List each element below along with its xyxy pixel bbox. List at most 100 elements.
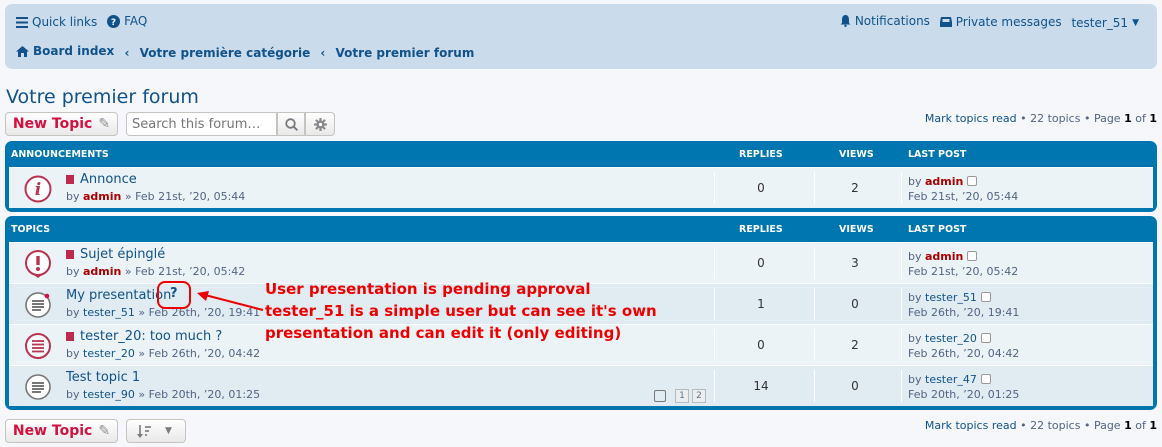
last-post-author-link[interactable]: tester_20: [925, 332, 977, 345]
announcements-block: Announcements Replies Views Last post i …: [5, 141, 1157, 212]
col-views: Views: [839, 148, 874, 160]
new-topic-button[interactable]: New Topic ✎: [5, 419, 118, 443]
gear-icon: [313, 117, 327, 131]
user-menu[interactable]: tester_51 ▼: [1071, 16, 1139, 30]
bottom-action-bar: New Topic ✎ ▼: [5, 419, 195, 443]
page-title[interactable]: Votre premier forum: [6, 86, 199, 108]
page-current: 1: [1124, 112, 1132, 125]
topics-count: 22 topics: [1030, 112, 1081, 125]
go-to-post-icon[interactable]: [980, 333, 991, 343]
svg-text:i: i: [35, 180, 41, 200]
table-row[interactable]: Sujet épinglé by admin » Feb 21st, ’20, …: [9, 242, 1153, 283]
topic-title-link[interactable]: Annonce: [80, 172, 137, 187]
topic-title-link[interactable]: tester_20: too much ?: [80, 329, 222, 344]
replies-count: 0: [757, 338, 765, 352]
annotation-arrow: [197, 291, 264, 311]
last-post-author-link[interactable]: admin: [925, 250, 963, 263]
of-word: of: [1135, 419, 1146, 432]
advanced-search-button[interactable]: [305, 112, 335, 136]
private-messages-link[interactable]: Private messages: [939, 15, 1062, 29]
bell-icon: [840, 15, 851, 27]
last-post-author-link[interactable]: admin: [925, 175, 963, 188]
author-link[interactable]: admin: [83, 265, 121, 278]
announcements-header: Announcements Replies Views Last post: [9, 141, 1153, 167]
column-divider: [714, 172, 715, 204]
replies-count: 14: [753, 379, 769, 393]
topic-date: » Feb 21st, ’20, 05:44: [124, 190, 246, 203]
topic-title-link[interactable]: Test topic 1: [66, 370, 140, 385]
by-word: by: [908, 250, 922, 263]
last-post: by admin Feb 21st, ’20, 05:44: [908, 174, 1018, 204]
sort-options-button[interactable]: ▼: [126, 419, 186, 443]
search-button[interactable]: [277, 112, 305, 136]
notifications-link[interactable]: Notifications: [840, 14, 930, 28]
topic-title-line: My presentation: [66, 288, 171, 303]
topic-date: » Feb 20th, ’20, 01:25: [138, 388, 261, 401]
col-views: Views: [839, 223, 874, 235]
faq-link[interactable]: ? FAQ: [107, 14, 147, 28]
topic-title-link[interactable]: My presentation: [66, 288, 171, 303]
notifications-label: Notifications: [854, 14, 930, 28]
annotation-text: User presentation is pending approval te…: [265, 278, 657, 344]
by-word: by: [908, 332, 922, 345]
last-post-date: Feb 20th, ’20, 01:25: [908, 388, 1020, 401]
topic-date: » Feb 26th, ’20, 04:42: [138, 347, 261, 360]
breadcrumb-label: Board index: [33, 44, 115, 58]
author-link[interactable]: tester_51: [83, 306, 135, 319]
page-link[interactable]: 1: [675, 389, 689, 403]
new-topic-button[interactable]: New Topic ✎: [5, 112, 118, 136]
by-word: by: [66, 190, 80, 203]
author-link[interactable]: tester_90: [83, 388, 135, 401]
go-to-post-icon[interactable]: [967, 251, 978, 261]
mark-topics-read-link[interactable]: Mark topics read: [925, 112, 1017, 125]
col-replies: Replies: [739, 223, 783, 235]
last-post-date: Feb 21st, ’20, 05:42: [908, 265, 1019, 278]
breadcrumb-separator: ‹: [320, 45, 326, 60]
last-post: by tester_20 Feb 26th, ’20, 04:42: [908, 331, 1019, 361]
views-count: 0: [851, 297, 859, 311]
column-divider: [814, 247, 815, 279]
top-action-bar: New Topic ✎: [5, 112, 335, 136]
column-divider: [814, 172, 815, 204]
author-link[interactable]: admin: [83, 190, 121, 203]
column-divider: [901, 370, 902, 402]
topics-count: 22 topics: [1030, 419, 1081, 432]
username-label: tester_51: [1071, 16, 1129, 30]
page-current: 1: [1124, 419, 1132, 432]
quick-links-row: Quick links ? FAQ: [16, 14, 153, 31]
breadcrumb-category[interactable]: Votre première catégorie: [140, 46, 311, 60]
table-row[interactable]: i Annonce by admin » Feb 21st, ’20, 05:4…: [9, 167, 1153, 208]
info-circle-icon: i: [24, 175, 52, 203]
go-to-post-icon[interactable]: [980, 374, 991, 384]
column-divider: [714, 329, 715, 361]
go-to-post-icon[interactable]: [980, 292, 991, 302]
search-icon: [284, 117, 298, 131]
file-icon: [66, 250, 74, 259]
mark-topics-read-link[interactable]: Mark topics read: [925, 419, 1017, 432]
page-total: 1: [1149, 419, 1157, 432]
last-post-date: Feb 26th, ’20, 19:41: [908, 306, 1020, 319]
last-post: by tester_51 Feb 26th, ’20, 19:41: [908, 290, 1019, 320]
sort-amount-icon: [137, 424, 151, 438]
breadcrumb: Board index ‹ Votre première catégorie ‹…: [16, 44, 480, 60]
chevron-down-icon: ▼: [165, 426, 172, 436]
author-link[interactable]: tester_20: [83, 347, 135, 360]
pencil-icon: ✎: [98, 423, 111, 439]
last-post-author-link[interactable]: tester_51: [925, 291, 977, 304]
table-row[interactable]: Test topic 1 by tester_90 » Feb 20th, ’2…: [9, 365, 1153, 406]
search-input[interactable]: [126, 112, 277, 136]
topic-title-link[interactable]: Sujet épinglé: [80, 247, 165, 262]
quick-links-menu[interactable]: Quick links: [16, 15, 97, 29]
last-post: by admin Feb 21st, ’20, 05:42: [908, 249, 1018, 279]
topic-date: » Feb 21st, ’20, 05:42: [124, 265, 246, 278]
pagination-info-top: Mark topics read • 22 topics • Page 1 of…: [924, 112, 1157, 125]
last-post-author-link[interactable]: tester_47: [925, 373, 977, 386]
breadcrumb-forum[interactable]: Votre premier forum: [336, 46, 475, 60]
go-to-post-icon[interactable]: [967, 176, 978, 186]
page-link[interactable]: 2: [692, 389, 706, 403]
topics-heading: Topics: [11, 223, 51, 235]
breadcrumb-board-index[interactable]: Board index: [16, 44, 114, 58]
col-last-post: Last post: [908, 223, 967, 235]
topic-title-line: tester_20: too much ?: [66, 329, 222, 344]
last-post-date: Feb 21st, ’20, 05:44: [908, 190, 1019, 203]
